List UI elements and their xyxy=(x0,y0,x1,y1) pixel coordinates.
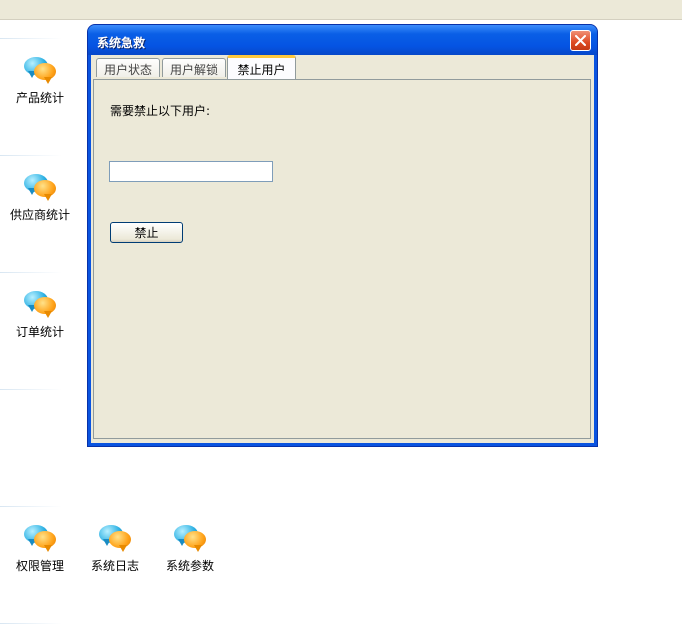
chat-bubbles-icon xyxy=(22,523,58,553)
chat-bubbles-icon xyxy=(172,523,208,553)
desktop-icon-label: 订单统计 xyxy=(15,325,64,339)
title-bar[interactable]: 系统急救 xyxy=(88,25,597,55)
window-title: 系统急救 xyxy=(97,36,146,50)
separator xyxy=(0,623,62,624)
tab-label: 用户解锁 xyxy=(169,63,218,77)
desktop-icon-label: 权限管理 xyxy=(15,559,64,573)
desktop-icon-order-stats[interactable]: 订单统计 xyxy=(5,289,75,340)
tab-user-unlock[interactable]: 用户解锁 xyxy=(162,58,226,77)
tab-ban-user[interactable]: 禁止用户 xyxy=(227,55,296,79)
desktop-icon-label: 产品统计 xyxy=(15,91,64,105)
desktop-icon-supplier-stats[interactable]: 供应商统计 xyxy=(5,172,75,223)
separator xyxy=(0,506,62,507)
desktop-icon-label: 系统参数 xyxy=(165,559,214,573)
close-icon xyxy=(575,35,586,46)
desktop-icon-label: 供应商统计 xyxy=(9,208,70,222)
separator xyxy=(0,38,62,39)
dialog-body: 用户状态 用户解锁 禁止用户 需要禁止以下用户: 禁止 xyxy=(91,55,594,443)
desktop-icon-product-stats[interactable]: 产品统计 xyxy=(5,55,75,106)
username-input[interactable] xyxy=(109,161,273,182)
tab-label: 用户状态 xyxy=(103,63,152,77)
desktop-icon-system-log[interactable]: 系统日志 xyxy=(80,523,150,574)
chat-bubbles-icon xyxy=(97,523,133,553)
ban-button[interactable]: 禁止 xyxy=(110,222,183,243)
ban-prompt-label: 需要禁止以下用户: xyxy=(110,104,211,118)
ban-user-panel: 需要禁止以下用户: 禁止 xyxy=(93,79,591,439)
chat-bubbles-icon xyxy=(22,55,58,85)
chat-bubbles-icon xyxy=(22,289,58,319)
separator xyxy=(0,155,62,156)
tab-user-status[interactable]: 用户状态 xyxy=(96,58,160,77)
top-bar xyxy=(0,0,682,20)
desktop-icon-system-params[interactable]: 系统参数 xyxy=(155,523,225,574)
system-rescue-dialog: 系统急救 用户状态 用户解锁 禁止用户 需要禁止以下用户: 禁止 xyxy=(88,25,597,446)
desktop-icon-permissions[interactable]: 权限管理 xyxy=(5,523,75,574)
desktop-icon-label: 系统日志 xyxy=(90,559,139,573)
tab-label: 禁止用户 xyxy=(237,63,286,77)
close-button[interactable] xyxy=(570,30,591,51)
separator xyxy=(0,272,62,273)
separator xyxy=(0,389,62,390)
chat-bubbles-icon xyxy=(22,172,58,202)
